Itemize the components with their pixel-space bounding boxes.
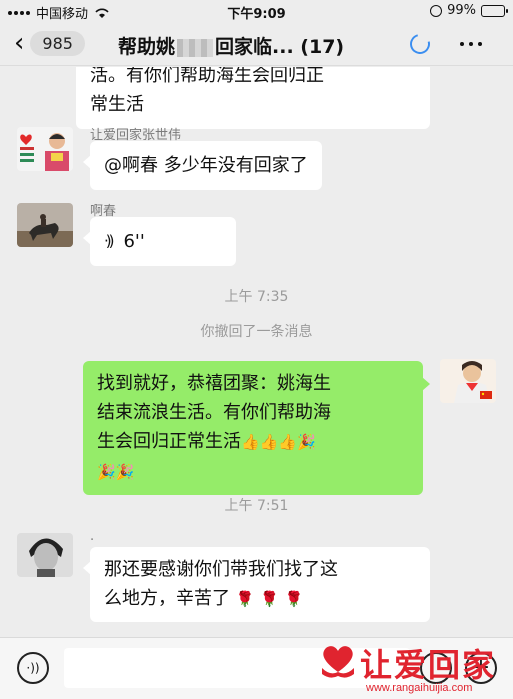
- voice-input-button[interactable]: ·)): [17, 652, 49, 684]
- watermark: 让爱回家 www.rangaihuijia.com: [318, 640, 513, 699]
- message-text-line: 生会回归正常生活👍👍👍🎉: [97, 427, 409, 457]
- rose-icon: 🌹: [235, 590, 255, 608]
- chat-title[interactable]: 帮助姚 回家临... (17): [118, 32, 344, 59]
- message-text-line: 么地方，辛苦了 🌹 🌹 🌹: [104, 584, 416, 614]
- chat-title-prefix: 帮助姚: [118, 36, 176, 58]
- timestamp-divider: 上午 7:35: [224, 289, 289, 305]
- chat-message-list[interactable]: 活。有你们帮助海生会回归正 常生活 让爱回家张世伟 @啊春 多少年没有回家了 啊…: [0, 67, 513, 637]
- unread-count-badge: 985: [30, 30, 85, 56]
- own-message-bubble[interactable]: 找到就好，恭禧团聚：姚海生 结束流浪生活。有你们帮助海 生会回归正常生活👍👍👍🎉…: [83, 361, 430, 495]
- watermark-text: 让爱回家: [360, 646, 497, 684]
- message-bubble[interactable]: 活。有你们帮助海生会回归正 常生活: [76, 67, 430, 129]
- party-popper-icon: 🎉: [97, 463, 116, 481]
- loading-ring-icon: [406, 30, 434, 58]
- avatar-image: [17, 127, 73, 171]
- avatar-image: [17, 533, 73, 577]
- avatar[interactable]: [440, 359, 496, 403]
- message-text-line: 找到就好，恭禧团聚：姚海生: [97, 373, 331, 394]
- battery-percent: 99%: [447, 3, 476, 18]
- thumbs-up-icon: 👍: [241, 433, 260, 451]
- message-text-line-2: 么地方，辛苦了: [104, 588, 230, 609]
- message-text-line: 常生活: [90, 94, 144, 115]
- recall-notice: 你撤回了一条消息: [200, 324, 313, 340]
- message-text-line: 结束流浪生活。有你们帮助海: [97, 402, 331, 423]
- rose-icon: 🌹: [260, 590, 279, 608]
- rotation-lock-icon: [430, 4, 443, 17]
- status-bar: 中国移动 下午9:09 99%: [0, 0, 513, 22]
- avatar[interactable]: [17, 203, 73, 247]
- voice-duration: 6'': [123, 231, 145, 252]
- heart-hands-logo: [322, 646, 354, 678]
- party-popper-icon: 🎉: [297, 433, 316, 451]
- message-bubble[interactable]: 那还要感谢你们带我们找了这 么地方，辛苦了 🌹 🌹 🌹: [83, 547, 430, 622]
- chevron-left-icon: ‹: [14, 28, 25, 58]
- message-text-line: 那还要感谢你们带我们找了这: [104, 559, 338, 580]
- avatar[interactable]: [17, 127, 73, 171]
- back-button[interactable]: ‹ 985: [14, 30, 85, 56]
- chat-header: ‹ 985 帮助姚 回家临... (17): [0, 22, 513, 66]
- watermark-url: www.rangaihuijia.com: [366, 682, 473, 694]
- party-popper-icon: 🎉: [115, 463, 135, 481]
- timestamp-divider: 上午 7:51: [224, 498, 289, 514]
- battery-icon: [481, 4, 508, 17]
- message-emoji-line: 🎉🎉: [97, 457, 409, 487]
- message-text-line-3: 生会回归正常生活: [97, 431, 241, 452]
- message-text: @啊春 多少年没有回家了: [104, 155, 308, 176]
- thumbs-up-icon: 👍: [278, 433, 298, 451]
- thumbs-up-icon: 👍: [259, 433, 279, 451]
- chat-title-suffix: 回家临...: [215, 36, 294, 58]
- message-text-line: 活。有你们帮助海生会回归正: [90, 67, 324, 86]
- voice-icon: ·)): [26, 661, 40, 675]
- avatar-image: [17, 203, 73, 247]
- more-options-icon[interactable]: [460, 42, 482, 46]
- voice-message-bubble[interactable]: ·)) 6'': [83, 217, 236, 266]
- sender-name: .: [90, 529, 95, 544]
- voice-wave-icon: ·)): [104, 232, 115, 250]
- member-count: (17): [300, 36, 345, 58]
- redacted-mosaic: [177, 38, 214, 57]
- avatar[interactable]: [17, 533, 73, 577]
- avatar-image: [440, 359, 496, 403]
- rose-icon: 🌹: [284, 590, 304, 608]
- message-bubble[interactable]: @啊春 多少年没有回家了: [83, 141, 322, 190]
